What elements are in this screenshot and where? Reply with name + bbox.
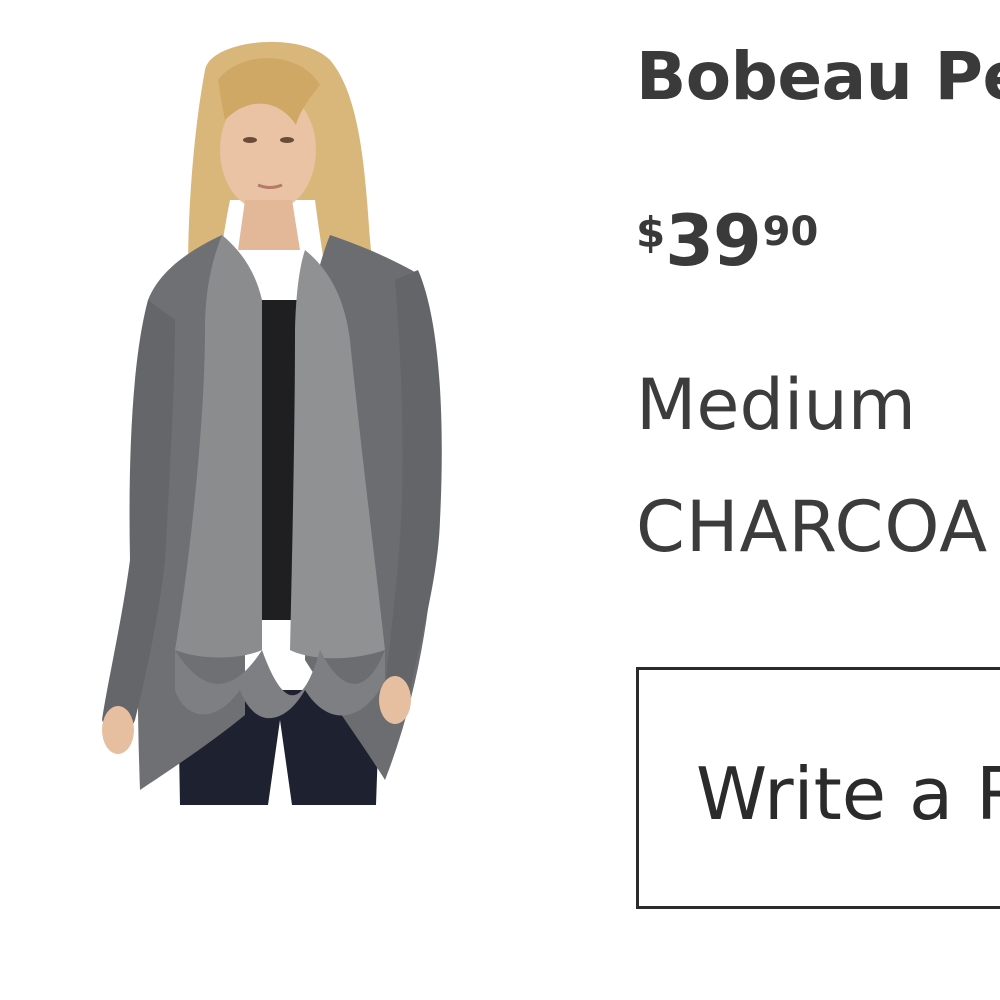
product-image: [0, 0, 560, 1000]
price-dollars: 39: [665, 200, 761, 282]
product-color: CHARCOA: [636, 486, 989, 568]
product-size: Medium: [636, 364, 916, 446]
product-title: Bobeau Pe: [636, 38, 1000, 115]
price-currency: $: [636, 208, 666, 257]
product-photo-cardigan: [102, 41, 442, 805]
write-review-label: Write a R: [696, 752, 1000, 836]
product-details: Bobeau Pe $3990 Medium CHARCOA Write a R: [636, 0, 1000, 1000]
product-price: $3990: [636, 206, 818, 276]
price-cents: 90: [762, 209, 819, 255]
write-review-button[interactable]: Write a R: [636, 667, 1000, 909]
